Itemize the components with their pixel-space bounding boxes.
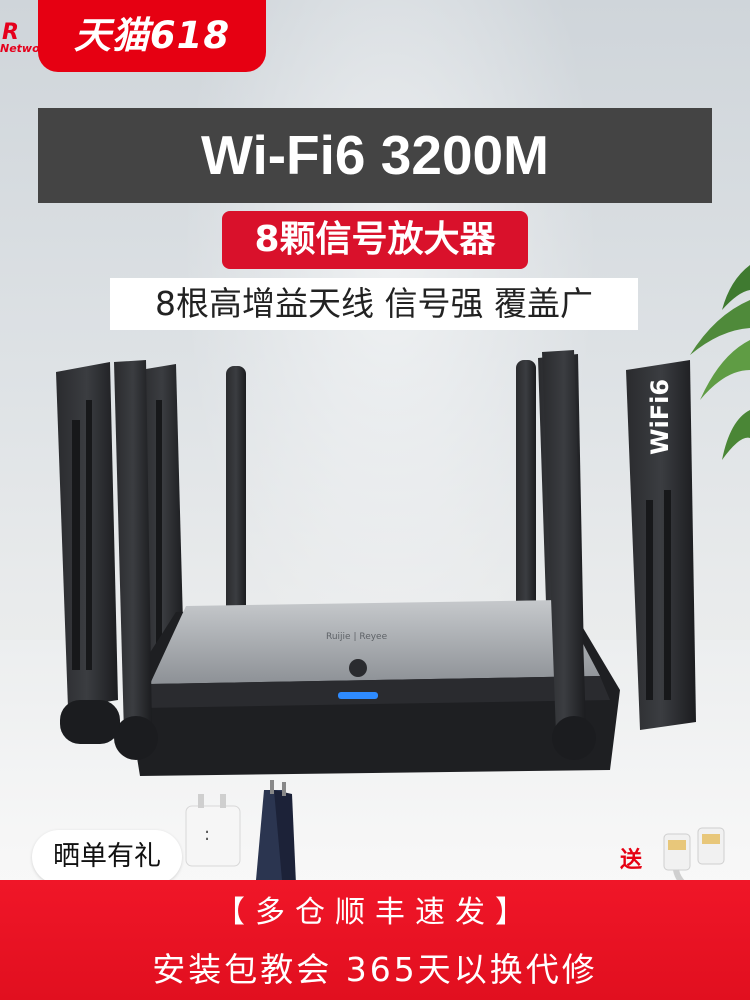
svg-text::: : xyxy=(204,824,210,845)
service-info: 安装包教会 365天以换代修 xyxy=(152,950,598,989)
antenna-wifi6-print: WiFi6 xyxy=(646,378,674,455)
free-gift-label: 送 xyxy=(620,848,643,873)
share-review-gift-pill: 晒单有礼 xyxy=(32,830,182,884)
brand-mark: R xyxy=(2,20,19,45)
antenna-feature-tag: 8根高增益天线 信号强 覆盖广 xyxy=(110,278,638,330)
tmall-618-badge: 天猫618 xyxy=(38,0,266,72)
headline-title: Wi-Fi6 3200M xyxy=(38,108,712,203)
amplifier-tag: 8颗信号放大器 xyxy=(222,211,528,269)
gift-items-icon: : xyxy=(185,780,296,884)
router-lid-print: Ruijie | Reyee xyxy=(326,632,388,642)
shipping-info: 【多仓顺丰速发】 xyxy=(215,895,535,930)
